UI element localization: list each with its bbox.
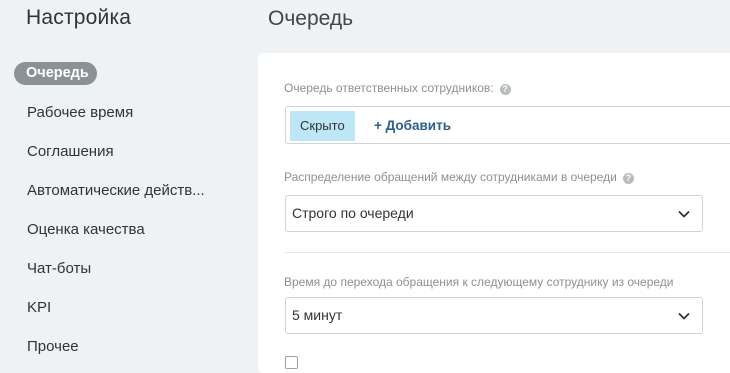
sidebar-item-work-time[interactable]: Рабочее время [27,104,133,121]
distribution-select-value: Строго по очереди [292,205,414,221]
sidebar: Настройка Очередь Рабочее время Соглашен… [0,0,240,358]
section-divider [284,252,730,253]
distribution-label-text: Распределение обращений между сотрудника… [284,170,617,184]
distribution-select[interactable]: Строго по очереди [285,195,703,232]
add-employee-link[interactable]: + Добавить [374,107,451,145]
sidebar-item-quality-rating[interactable]: Оценка качества [27,221,145,238]
settings-card: Очередь ответственных сотрудников:? Скры… [258,53,730,373]
chevron-down-icon [678,210,690,218]
timeout-select-value: 5 минут [292,307,343,323]
sidebar-item-agreements[interactable]: Соглашения [27,143,114,160]
responsible-queue-label: Очередь ответственных сотрудников:? [284,81,511,95]
help-icon[interactable]: ? [499,84,511,95]
sidebar-item-chat-bots[interactable]: Чат-боты [27,260,91,277]
responsible-queue-field[interactable]: Скрыто + Добавить [285,106,730,144]
timeout-select[interactable]: 5 минут [285,297,703,334]
responsible-queue-label-text: Очередь ответственных сотрудников: [284,81,494,95]
sidebar-item-kpi[interactable]: KPI [27,299,51,316]
sidebar-item-queue[interactable]: Очередь [14,62,97,85]
employee-tag[interactable]: Скрыто [290,111,355,141]
page-title: Очередь [268,7,354,30]
timeout-label: Время до перехода обращения к следующему… [284,275,674,289]
distribution-label: Распределение обращений между сотрудника… [284,170,634,184]
sidebar-item-other[interactable]: Прочее [27,338,79,355]
chevron-down-icon [678,312,690,320]
sidebar-item-automatic-actions[interactable]: Автоматические действ... [27,182,205,199]
sidebar-title: Настройка [26,6,132,29]
help-icon[interactable]: ? [622,173,634,184]
